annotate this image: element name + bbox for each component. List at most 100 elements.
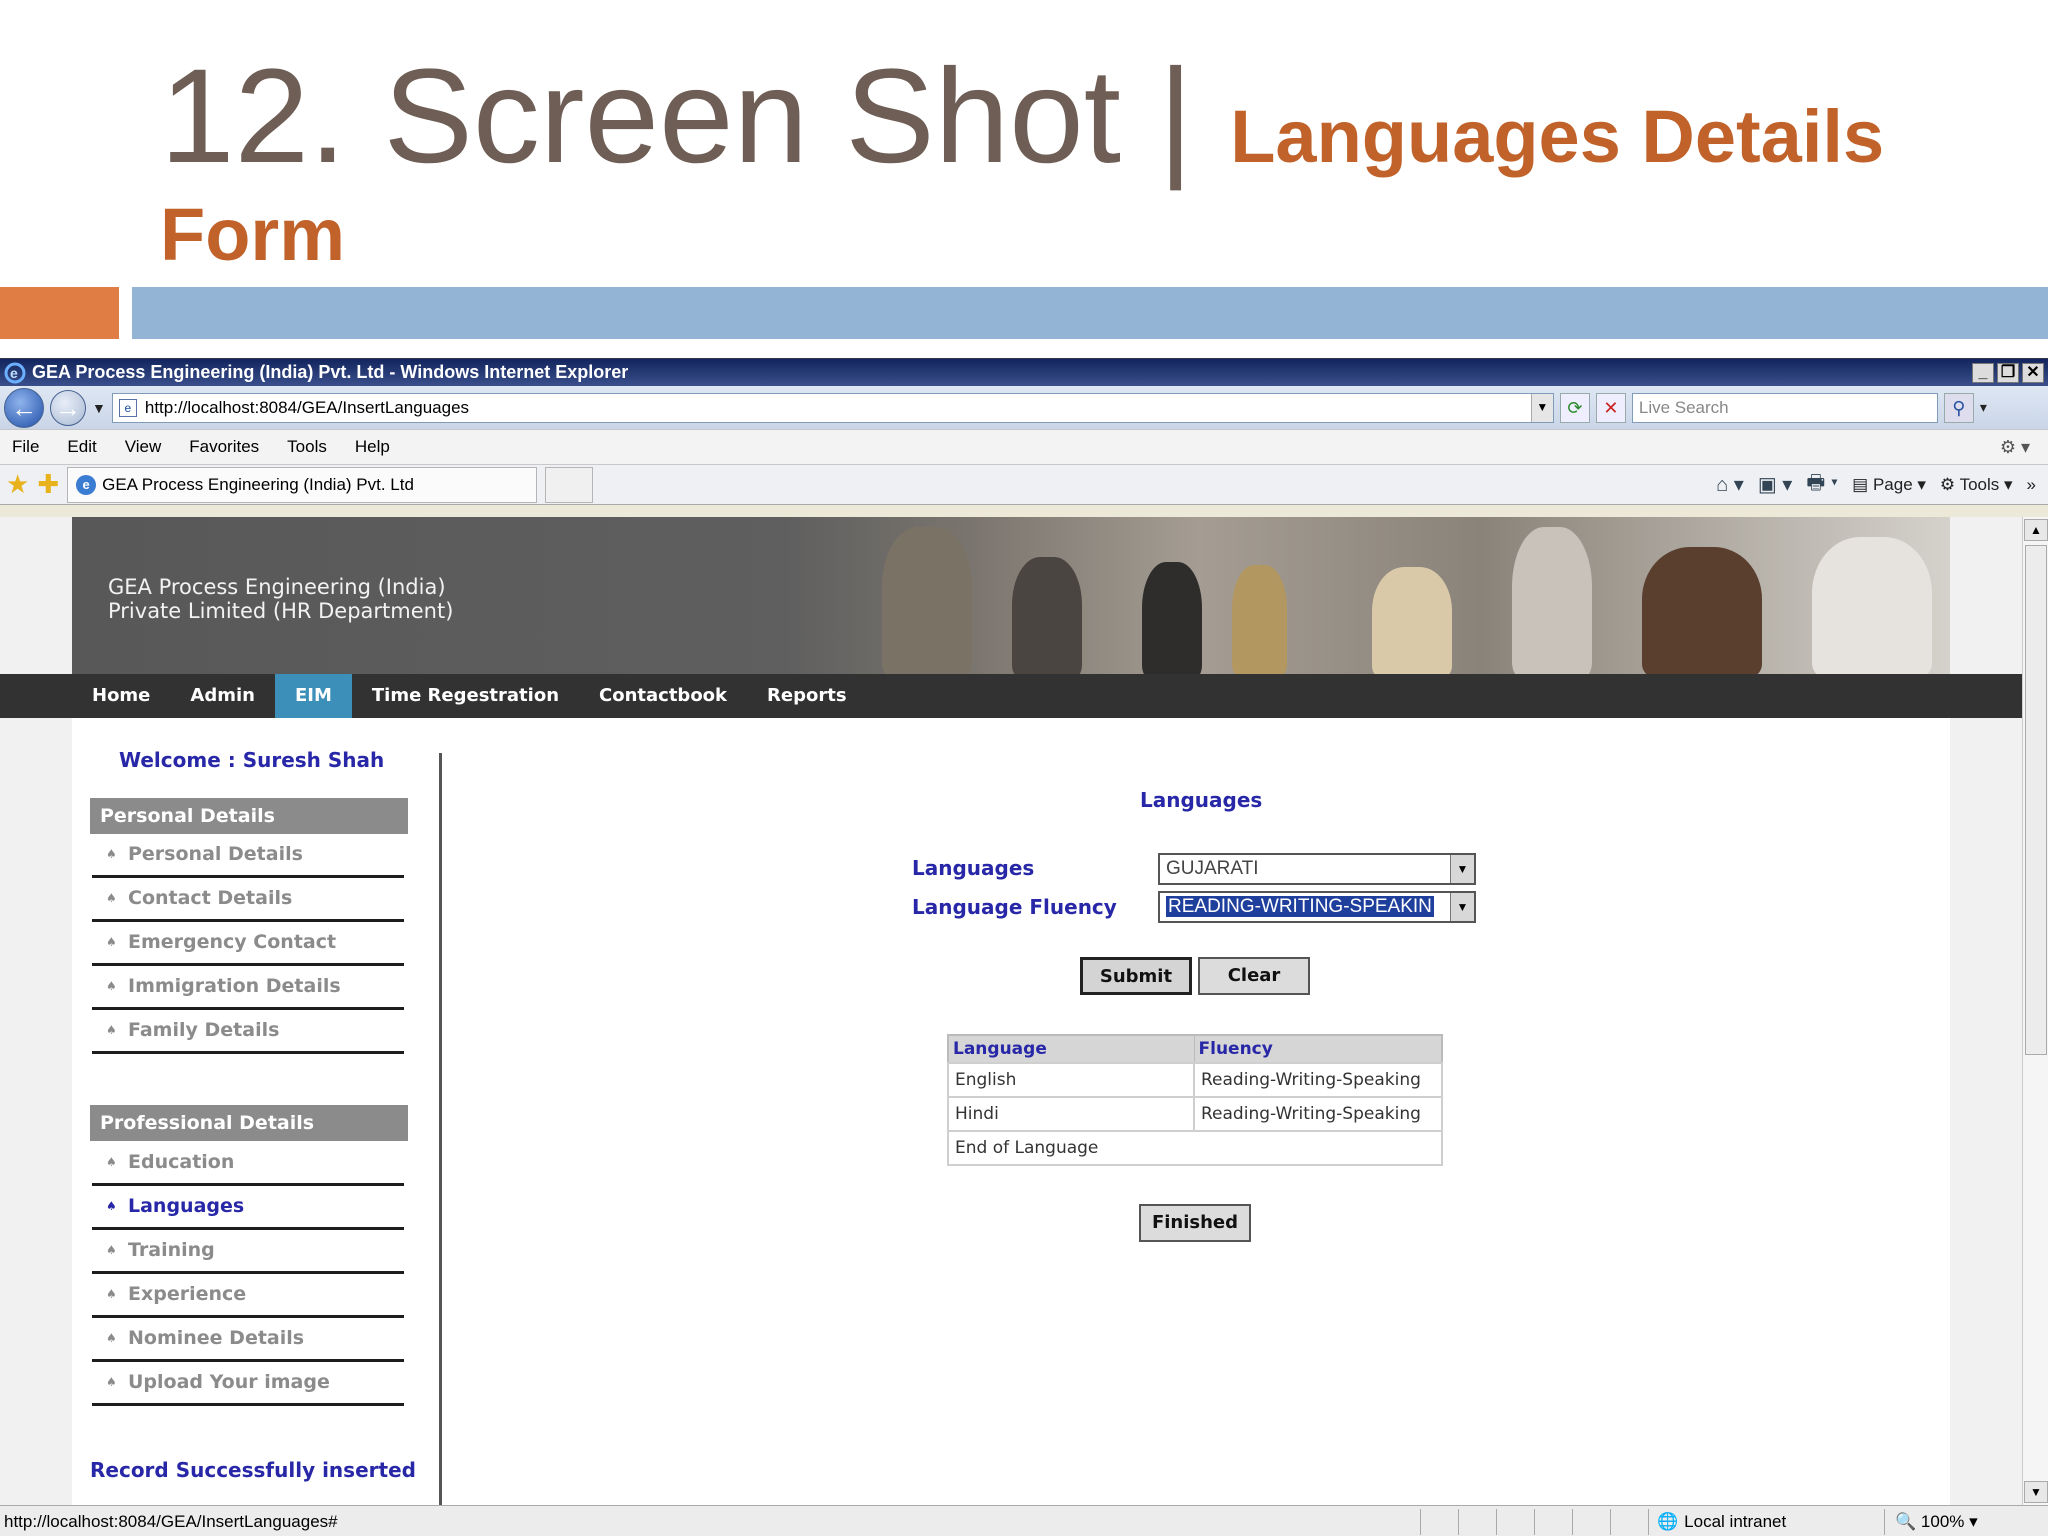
home-icon[interactable]: ⌂ ▾: [1716, 472, 1744, 497]
stop-icon[interactable]: ✕: [1595, 392, 1626, 423]
page-viewport: GEA Process Engineering (India) Private …: [0, 517, 2022, 1505]
menu-file[interactable]: File: [12, 437, 39, 457]
menu-help[interactable]: Help: [355, 437, 390, 457]
accent-bar-blue: [132, 287, 2048, 339]
scroll-thumb[interactable]: [2025, 545, 2047, 1055]
sidebar-item-label: Personal Details: [128, 843, 303, 865]
favorites-star-icon[interactable]: ★: [6, 469, 29, 500]
vertical-scrollbar[interactable]: ▲ ▼: [2022, 517, 2048, 1505]
close-button[interactable]: ✕: [2022, 362, 2044, 383]
site-nav: Home Admin EIM Time Regestration Contact…: [0, 674, 2022, 718]
bullet-icon: ♠: [106, 1155, 117, 1169]
finished-button[interactable]: Finished: [1139, 1204, 1251, 1242]
table-footer: End of Language: [947, 1130, 1443, 1166]
slide: 12. Screen Shot | Languages Details Form…: [0, 0, 2048, 1536]
tab-current[interactable]: e GEA Process Engineering (India) Pvt. L…: [67, 466, 538, 503]
sidebar: Welcome : Suresh Shah Personal Details ♠…: [72, 718, 444, 1505]
sidebar-item-languages[interactable]: ♠ Languages: [92, 1186, 404, 1230]
security-zone: 🌐 Local intranet: [1648, 1508, 1884, 1535]
sidebar-item-personal-details[interactable]: ♠ Personal Details: [92, 834, 404, 878]
sidebar-item-family-details[interactable]: ♠ Family Details: [92, 1010, 404, 1054]
menu-bar: File Edit View Favorites Tools Help ⚙ ▾: [0, 429, 2048, 465]
nav-contactbook[interactable]: Contactbook: [579, 674, 747, 718]
search-dropdown-icon[interactable]: ▾: [1980, 399, 1987, 416]
sidebar-item-training[interactable]: ♠ Training: [92, 1230, 404, 1274]
tab-ie-icon: e: [76, 474, 97, 495]
scroll-down-icon[interactable]: ▼: [2024, 1481, 2048, 1503]
minimize-button[interactable]: _: [1972, 362, 1994, 383]
sidebar-item-label: Upload Your image: [128, 1371, 330, 1393]
tools-menu[interactable]: ⚙ Tools ▾: [1940, 475, 2013, 495]
chevron-down-icon[interactable]: ▼: [1450, 855, 1474, 883]
nav-admin[interactable]: Admin: [170, 674, 275, 718]
feeds-icon[interactable]: ▣ ▾: [1758, 472, 1793, 497]
address-bar[interactable]: e http://localhost:8084/GEA/InsertLangua…: [111, 392, 1554, 423]
page-menu[interactable]: ▤ Page ▾: [1852, 475, 1926, 495]
fluency-select[interactable]: READING-WRITING-SPEAKIN ▼: [1158, 891, 1476, 923]
restore-button[interactable]: ❐: [1997, 362, 2019, 383]
globe-icon: 🌐: [1657, 1511, 1679, 1531]
nav-time-regestration[interactable]: Time Regestration: [352, 674, 579, 718]
table-footer-row: End of Language: [947, 1130, 1443, 1166]
address-dropdown-icon[interactable]: ▼: [1530, 393, 1553, 422]
menu-edit[interactable]: Edit: [67, 437, 96, 457]
sidebar-item-emergency-contact[interactable]: ♠ Emergency Contact: [92, 922, 404, 966]
slide-title: 12. Screen Shot | Languages Details Form: [160, 50, 2020, 272]
translate-icon[interactable]: ⚙ ▾: [2000, 437, 2030, 458]
sidebar-item-upload-image[interactable]: ♠ Upload Your image: [92, 1362, 404, 1406]
nav-home[interactable]: Home: [72, 674, 170, 718]
sidebar-item-label: Experience: [128, 1283, 247, 1305]
sidebar-item-contact-details[interactable]: ♠ Contact Details: [92, 878, 404, 922]
clear-button[interactable]: Clear: [1198, 957, 1310, 995]
site-header: GEA Process Engineering (India) Private …: [72, 517, 1950, 674]
forward-button[interactable]: →: [50, 389, 86, 426]
back-button[interactable]: ←: [4, 387, 44, 428]
sidebar-item-label: Education: [128, 1151, 235, 1173]
page-icon: e: [118, 398, 137, 417]
nav-eim[interactable]: EIM: [274, 674, 352, 718]
menu-tools[interactable]: Tools: [287, 437, 327, 457]
bullet-icon: ♠: [106, 1375, 117, 1389]
sidebar-item-experience[interactable]: ♠ Experience: [92, 1274, 404, 1318]
accent-bar-orange: [0, 287, 119, 339]
new-tab-button[interactable]: [545, 466, 594, 503]
nav-reports[interactable]: Reports: [747, 674, 867, 718]
slide-title-main: 12. Screen Shot |: [160, 42, 1231, 191]
bullet-icon: ♠: [106, 847, 117, 861]
cell-fluency: Reading-Writing-Speaking: [1193, 1096, 1443, 1132]
zoom-control[interactable]: 🔍 100% ▾: [1884, 1508, 2004, 1535]
table-row: English Reading-Writing-Speaking: [947, 1062, 1443, 1098]
add-favorite-icon[interactable]: ✚: [37, 469, 59, 500]
ie-icon: e: [4, 362, 26, 383]
section-professional-details: Professional Details: [90, 1105, 408, 1141]
sidebar-item-education[interactable]: ♠ Education: [92, 1142, 404, 1186]
sidebar-item-immigration-details[interactable]: ♠ Immigration Details: [92, 966, 404, 1010]
refresh-icon[interactable]: ⟳: [1559, 392, 1590, 423]
print-icon[interactable]: 🖶 ▾: [1806, 468, 1838, 502]
slide-title-sub-line2: Form: [160, 193, 345, 276]
search-input[interactable]: Live Search: [1631, 392, 1938, 423]
menu-view[interactable]: View: [125, 437, 162, 457]
chevron-more-icon[interactable]: »: [2027, 475, 2036, 495]
address-text: http://localhost:8084/GEA/InsertLanguage…: [144, 397, 470, 417]
sidebar-item-label: Nominee Details: [128, 1327, 305, 1349]
cell-language: English: [947, 1062, 1195, 1098]
header-photo: [812, 517, 1950, 674]
language-label: Languages: [912, 856, 1035, 880]
column-header-fluency: Fluency: [1193, 1034, 1443, 1064]
scroll-up-icon[interactable]: ▲: [2024, 519, 2048, 541]
menu-favorites[interactable]: Favorites: [189, 437, 259, 457]
history-dropdown-icon[interactable]: ▼: [92, 400, 106, 416]
tools-menu-label: Tools: [1959, 474, 2000, 494]
window-title: GEA Process Engineering (India) Pvt. Ltd…: [32, 362, 629, 382]
table-row: Hindi Reading-Writing-Speaking: [947, 1096, 1443, 1132]
column-header-language: Language: [947, 1034, 1195, 1064]
sidebar-item-nominee-details[interactable]: ♠ Nominee Details: [92, 1318, 404, 1362]
search-icon[interactable]: ⚲: [1943, 392, 1974, 423]
chevron-down-icon[interactable]: ▼: [1450, 893, 1474, 921]
sidebar-item-label: Languages: [128, 1195, 245, 1217]
sidebar-item-label: Emergency Contact: [128, 931, 337, 953]
languages-table: Language Fluency English Reading-Writing…: [947, 1034, 1443, 1166]
language-select[interactable]: GUJARATI ▼: [1158, 853, 1476, 885]
submit-button[interactable]: Submit: [1080, 957, 1192, 995]
